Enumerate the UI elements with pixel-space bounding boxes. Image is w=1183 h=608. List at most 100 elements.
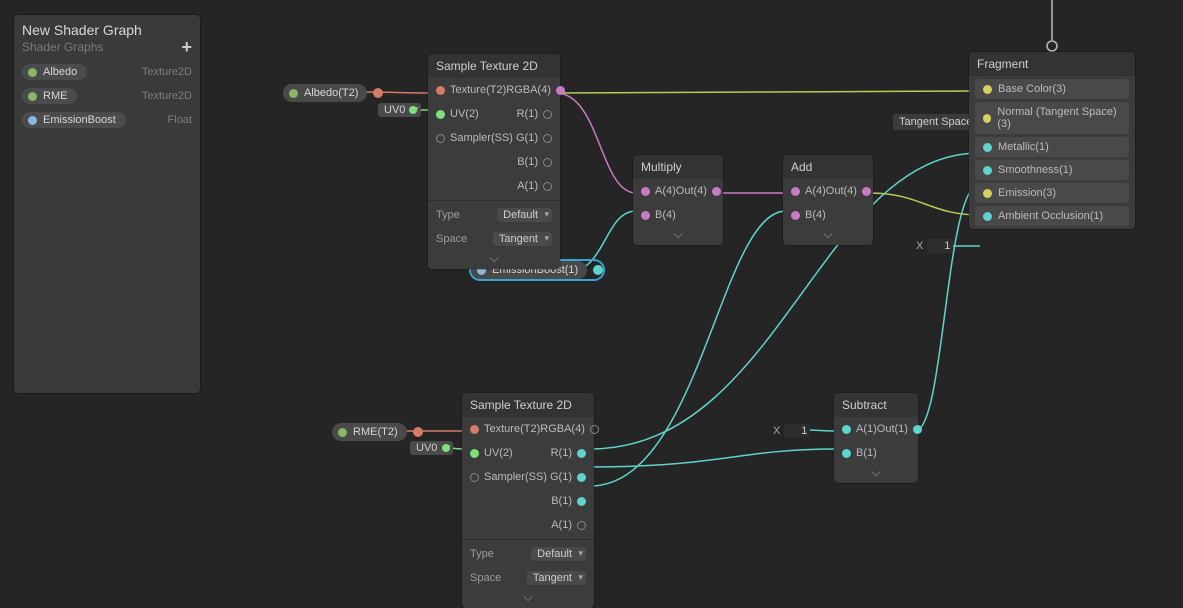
collapse-toggle[interactable]: ⌵ [462,590,594,608]
port-label: A(1) [517,180,538,192]
property-name: Albedo [43,66,77,78]
input-port[interactable] [436,86,445,95]
property-row[interactable]: EmissionBoost Float [14,108,200,132]
property-type: Texture2D [142,66,192,78]
fragment-port-basecolor[interactable]: Base Color(3) [975,79,1129,99]
port-label: B(1) [517,156,538,168]
output-port[interactable] [913,425,922,434]
input-port[interactable] [470,473,479,482]
fragment-port-metallic[interactable]: Metallic(1) [975,137,1129,157]
constant-label: X [773,425,780,437]
collapse-toggle[interactable]: ⌵ [633,227,723,245]
tangent-space-chip[interactable]: Tangent Space [893,114,978,130]
port-label: Sampler(SS) [450,132,513,144]
port-label: B(1) [551,495,572,507]
property-row[interactable]: RME Texture2D [14,84,200,108]
multiply-node[interactable]: Multiply A(4)Out(4) B(4) ⌵ [633,155,723,245]
collapse-toggle[interactable]: ⌵ [783,227,873,245]
type-dropdown[interactable]: Default [497,208,552,222]
constant-label: X [916,240,923,252]
sample-texture-node-2[interactable]: Sample Texture 2D Texture(T2)RGBA(4) UV(… [462,393,594,608]
property-name: RME [43,90,67,102]
input-port[interactable] [641,211,650,220]
port-label: Texture(T2) [484,423,540,435]
input-port[interactable] [470,425,479,434]
port-label: Metallic(1) [998,141,1049,153]
port-label: A(4) [805,185,826,197]
fragment-port-normal[interactable]: Normal (Tangent Space)(3) [975,102,1129,134]
blackboard-panel[interactable]: New Shader Graph Shader Graphs + Albedo … [14,15,200,393]
collapse-toggle[interactable]: ⌵ [428,251,560,269]
output-port[interactable] [862,187,871,196]
output-port[interactable] [593,265,603,275]
port-label: A(1) [551,519,572,531]
param-label: Space [470,572,501,584]
output-port[interactable] [577,497,586,506]
node-title: Add [783,155,873,179]
input-port[interactable] [470,449,479,458]
port-label: Out(4) [826,185,857,197]
input-port[interactable] [641,187,650,196]
param-label: Type [470,548,494,560]
collapse-toggle[interactable]: ⌵ [834,465,918,483]
port-label: Texture(T2) [450,84,506,96]
port-label: G(1) [516,132,538,144]
dot-icon [28,92,37,101]
input-port[interactable] [842,425,851,434]
input-port[interactable] [791,187,800,196]
dot-icon [28,116,37,125]
port-label: Sampler(SS) [484,471,547,483]
port-label: G(1) [550,471,572,483]
rme-property-node[interactable]: RME(T2) [332,423,423,441]
space-dropdown[interactable]: Tangent [493,232,552,246]
fragment-port-ao[interactable]: Ambient Occlusion(1) [975,206,1129,226]
port-label: RGBA(4) [506,84,551,96]
subtract-node[interactable]: Subtract A(1)Out(1) B(1) ⌵ [834,393,918,483]
property-type: Float [168,114,192,126]
output-port[interactable] [577,473,586,482]
property-row[interactable]: Albedo Texture2D [14,60,200,84]
output-port[interactable] [712,187,721,196]
output-port[interactable] [577,521,586,530]
fragment-node[interactable]: Fragment Base Color(3) Normal (Tangent S… [969,52,1135,229]
ao-constant[interactable]: X [916,239,953,253]
input-port[interactable] [791,211,800,220]
port-icon [983,85,992,94]
port-label: Ambient Occlusion(1) [998,210,1103,222]
input-port[interactable] [436,110,445,119]
port-label: B(4) [805,209,826,221]
output-port[interactable] [590,425,599,434]
port-label: A(1) [856,423,877,435]
output-port[interactable] [373,88,383,98]
add-node[interactable]: Add A(4)Out(4) B(4) ⌵ [783,155,873,245]
dot-icon [338,428,347,437]
output-port[interactable] [543,158,552,167]
dot-icon [28,68,37,77]
output-port[interactable] [413,427,423,437]
fragment-port-emission[interactable]: Emission(3) [975,183,1129,203]
uv-port[interactable] [409,106,417,114]
input-port[interactable] [436,134,445,143]
constant-input[interactable] [927,239,953,253]
port-label: Smoothness(1) [998,164,1073,176]
output-port[interactable] [556,86,565,95]
port-label: Out(1) [877,423,908,435]
sample-texture-node-1[interactable]: Sample Texture 2D Texture(T2)RGBA(4) UV(… [428,54,560,269]
port-label: UV(2) [484,447,513,459]
uv-port[interactable] [442,444,450,452]
port-icon [983,189,992,198]
input-port[interactable] [842,449,851,458]
output-port[interactable] [543,182,552,191]
port-icon [983,166,992,175]
output-port[interactable] [543,134,552,143]
space-dropdown[interactable]: Tangent [527,571,586,585]
output-port[interactable] [577,449,586,458]
add-property-button[interactable]: + [181,42,192,52]
output-port[interactable] [543,110,552,119]
fragment-port-smoothness[interactable]: Smoothness(1) [975,160,1129,180]
constant-input[interactable] [784,424,810,438]
albedo-property-node[interactable]: Albedo(T2) [283,84,383,102]
type-dropdown[interactable]: Default [531,547,586,561]
port-label: A(4) [655,185,676,197]
subtract-constant[interactable]: X [773,424,810,438]
